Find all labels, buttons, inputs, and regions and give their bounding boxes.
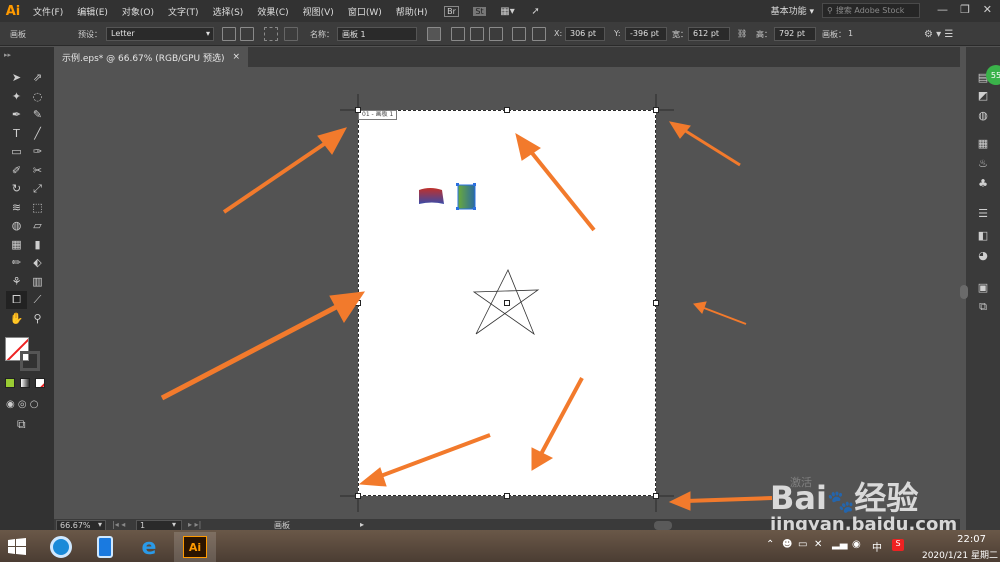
first-page-icon[interactable]: |◂ ◂	[112, 520, 125, 529]
ime-indicator[interactable]: 中	[872, 539, 882, 554]
qq-icon[interactable]: ☻	[782, 539, 792, 550]
illustrator-icon[interactable]: Ai	[174, 532, 216, 562]
wechat-icon[interactable]: ◉	[852, 539, 861, 550]
windows-taskbar: e Ai ⌃ ☻ ▭ ✕ ▂▄ ◉ 中 S 22:07 2020/1/21 星期…	[0, 530, 1000, 562]
annotation-arrows	[160, 121, 773, 511]
watermark-brand: Bai🐾经验	[770, 479, 919, 517]
sogou-icon[interactable]: S	[892, 539, 904, 551]
baidu-watermark: 激活 Bai🐾经验 jingyan.baidu.com	[770, 448, 970, 535]
clock-time[interactable]: 22:07	[957, 534, 986, 545]
page-dropdown-icon[interactable]: ▾	[172, 520, 176, 529]
signal-icon[interactable]: ▂▄	[832, 539, 847, 550]
zoom-dropdown-icon[interactable]: ▾	[98, 520, 102, 529]
clock-date[interactable]: 2020/1/21 星期二	[922, 548, 998, 561]
tray-expand-icon[interactable]: ⌃	[766, 539, 774, 550]
crop-marks	[340, 94, 674, 512]
windows-start-icon[interactable]	[8, 538, 26, 556]
network-icon[interactable]: ▭	[798, 539, 807, 550]
flag-artwork	[419, 188, 444, 204]
edge-icon[interactable]	[40, 532, 82, 562]
ie-icon[interactable]: e	[128, 532, 170, 562]
status-menu-icon[interactable]: ▸	[360, 520, 364, 529]
horizontal-scrollbar-thumb[interactable]	[654, 521, 672, 530]
gradient-card-artwork	[457, 184, 476, 210]
next-page-icon[interactable]: ▸ ▸|	[188, 520, 201, 529]
illustrator-window: Ai 文件(F) 编辑(E) 对象(O) 文字(T) 选择(S) 效果(C) 视图(V) 窗口…	[0, 0, 1000, 562]
phone-icon[interactable]	[84, 532, 126, 562]
star-artwork	[472, 269, 540, 336]
volume-muted-icon[interactable]: ✕	[814, 539, 822, 550]
